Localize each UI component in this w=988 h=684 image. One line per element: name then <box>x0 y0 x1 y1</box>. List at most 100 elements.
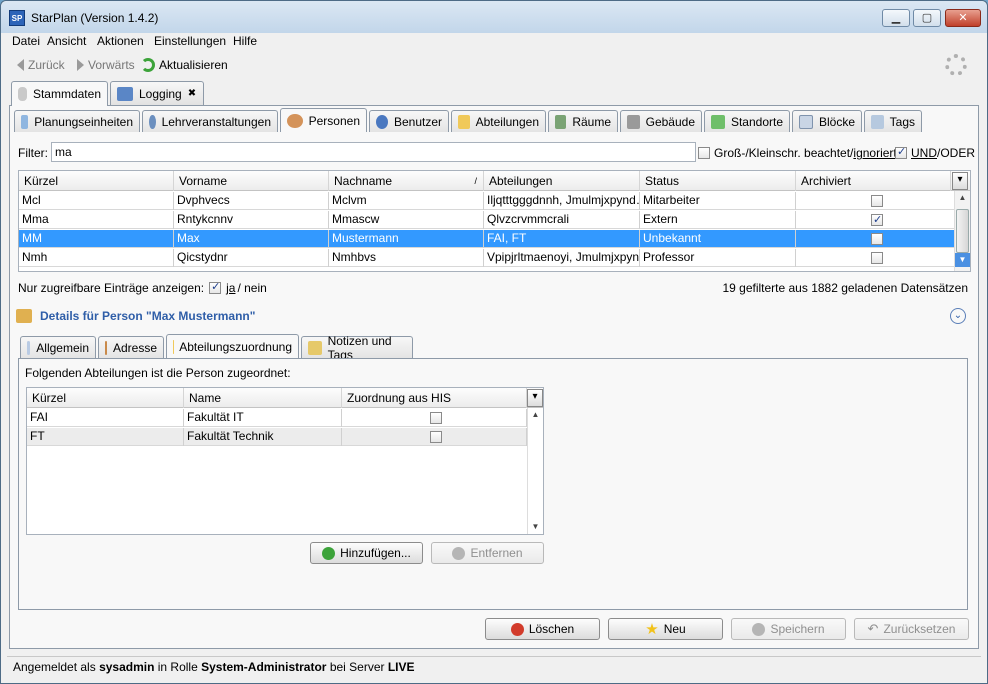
col-kuerzel[interactable]: Kürzel <box>19 171 174 191</box>
reset-button[interactable]: ↶ Zurücksetzen <box>854 618 969 640</box>
his-checkbox[interactable] <box>429 430 442 443</box>
col-his[interactable]: Zuordnung aus HIS <box>342 388 527 408</box>
cell-kuerzel: FAI <box>27 409 184 427</box>
und-oder-option[interactable]: UND/ODER <box>895 145 976 160</box>
tab-label: Personen <box>308 113 360 128</box>
table-row[interactable]: Mma Rntykcnnv Mmascw Qlvzcrvmmcrali Exte… <box>19 211 956 229</box>
tab-label: Abteilungszuordnung <box>179 339 292 354</box>
menu-hilfe[interactable]: Hilfe <box>233 34 257 48</box>
status-prefix: Angemeldet als <box>13 660 100 674</box>
cell-vorname: Dvphvecs <box>174 192 329 210</box>
tab-raeume[interactable]: Räume <box>548 110 618 132</box>
status-bar: Angemeldet als sysadmin in Rolle System-… <box>7 656 981 678</box>
save-button[interactable]: Speichern <box>731 618 846 640</box>
case-ignored-link[interactable]: ignoriert <box>853 146 896 160</box>
menu-einstellungen[interactable]: Einstellungen <box>154 34 226 48</box>
archived-checkbox[interactable] <box>871 194 883 207</box>
persons-table-header: Kürzel Vorname Nachname / Abteilungen St… <box>19 171 970 191</box>
col-kuerzel[interactable]: Kürzel <box>27 388 184 408</box>
app-window: SP StarPlan (Version 1.4.2) ▁ ▢ ✕ Datei … <box>0 0 988 684</box>
tab-abteilungen[interactable]: Abteilungen <box>451 110 546 132</box>
table-row[interactable]: FAI Fakultät IT <box>27 409 527 427</box>
refresh-button[interactable]: Aktualisieren <box>141 58 228 72</box>
tab-stammdaten-label: Stammdaten <box>32 87 101 101</box>
collapse-details-icon[interactable]: ⌄ <box>950 308 966 324</box>
back-arrow-icon <box>17 59 24 71</box>
tab-standorte[interactable]: Standorte <box>704 110 790 132</box>
accessible-only-option: Nur zugreifbare Einträge anzeigen: ja / … <box>18 280 267 295</box>
scroll-down-icon[interactable]: ▼ <box>955 253 970 267</box>
house-icon <box>105 340 107 355</box>
cell-status: Extern <box>640 211 796 229</box>
table-row-selected[interactable]: MM Max Mustermann FAI, FT Unbekannt <box>19 230 956 248</box>
tab-label: Standorte <box>730 114 783 129</box>
filter-input[interactable] <box>51 142 696 162</box>
app-logo-icon: SP <box>9 10 25 26</box>
tab-planungseinheiten[interactable]: Planungseinheiten <box>14 110 140 132</box>
note-icon <box>308 340 322 355</box>
delete-button[interactable]: Löschen <box>485 618 600 640</box>
col-status[interactable]: Status <box>640 171 796 191</box>
table-row[interactable]: FT Fakultät Technik <box>27 428 527 446</box>
menu-datei[interactable]: Datei <box>12 34 40 48</box>
tab-gebaeude[interactable]: Gebäude <box>620 110 702 132</box>
remove-label: Entfernen <box>470 546 523 560</box>
tab-stammdaten[interactable]: Stammdaten <box>11 81 108 106</box>
maximize-button[interactable]: ▢ <box>913 9 941 27</box>
column-menu-icon[interactable]: ▾ <box>952 172 968 190</box>
accessible-yes-label[interactable]: ja <box>226 281 235 295</box>
und-oder-checkbox[interactable] <box>895 145 907 159</box>
assignment-table-header: Kürzel Name Zuordnung aus HIS ▾ <box>27 388 543 408</box>
accessible-only-checkbox[interactable] <box>209 280 222 294</box>
tab-notizen-und-tags[interactable]: Notizen und Tags <box>301 334 413 362</box>
close-tab-icon[interactable]: ✖ <box>188 88 196 99</box>
his-checkbox[interactable] <box>429 411 442 424</box>
col-archiviert[interactable]: Archiviert <box>796 171 951 191</box>
minimize-button[interactable]: ▁ <box>882 9 910 27</box>
column-menu-icon[interactable]: ▾ <box>527 389 543 407</box>
remove-department-button[interactable]: Entfernen <box>431 542 544 564</box>
cell-his <box>342 428 527 446</box>
tab-lehrveranstaltungen[interactable]: Lehrveranstaltungen <box>142 110 278 132</box>
archived-checkbox[interactable] <box>871 232 883 245</box>
tab-bloecke[interactable]: Blöcke <box>792 110 862 132</box>
tab-personen[interactable]: Personen <box>280 108 367 132</box>
add-department-button[interactable]: Hinzufügen... <box>310 542 423 564</box>
tab-allgemein[interactable]: Allgemein <box>20 336 96 358</box>
menu-ansicht[interactable]: Ansicht <box>47 34 86 48</box>
tab-abteilungszuordnung[interactable]: Abteilungszuordnung <box>166 334 299 358</box>
tab-logging[interactable]: Logging ✖ <box>110 81 204 105</box>
tab-tags[interactable]: Tags <box>864 110 922 132</box>
table-row[interactable]: Nmh Qicstydnr Nmhbvs Vpipjrltmaenoyi, Jm… <box>19 249 956 267</box>
col-vorname[interactable]: Vorname <box>174 171 329 191</box>
case-sensitivity-option[interactable]: Groß-/Kleinschr. beachtet/ignoriert <box>698 146 897 160</box>
new-button[interactable]: ★ Neu <box>608 618 723 640</box>
case-sensitive-checkbox[interactable] <box>698 147 710 159</box>
cell-abteilungen: Iljqtttgggdnnh, Jmulmjxpynd… <box>484 192 640 210</box>
scroll-up-icon[interactable]: ▲ <box>955 191 970 205</box>
scroll-up-icon[interactable]: ▲ <box>528 408 543 422</box>
oder-label: /ODER <box>937 146 976 160</box>
archived-checkbox[interactable] <box>871 212 883 229</box>
tab-benutzer[interactable]: Benutzer <box>369 110 449 132</box>
back-button[interactable]: Zurück <box>17 58 65 72</box>
cell-archiviert <box>796 230 956 248</box>
persons-table-scrollbar[interactable]: ▲ ▼ <box>954 191 970 271</box>
person-icon <box>287 113 303 128</box>
cell-kuerzel: Mma <box>19 211 174 229</box>
tab-logging-label: Logging <box>139 86 182 101</box>
close-window-button[interactable]: ✕ <box>945 9 981 27</box>
scroll-down-icon[interactable]: ▼ <box>528 520 543 534</box>
tab-adresse[interactable]: Adresse <box>98 336 164 358</box>
und-label[interactable]: UND <box>911 146 937 160</box>
menu-aktionen[interactable]: Aktionen <box>97 34 144 48</box>
table-row[interactable]: Mcl Dvphvecs Mclvm Iljqtttgggdnnh, Jmulm… <box>19 192 956 210</box>
col-name[interactable]: Name <box>184 388 342 408</box>
scroll-thumb[interactable] <box>956 209 969 253</box>
archived-checkbox[interactable] <box>871 251 883 264</box>
forward-button[interactable]: Vorwärts <box>77 58 135 72</box>
assignment-scrollbar[interactable]: ▲ ▼ <box>527 408 543 534</box>
refresh-label: Aktualisieren <box>159 58 228 72</box>
col-nachname[interactable]: Nachname / <box>329 171 484 191</box>
col-abteilungen[interactable]: Abteilungen <box>484 171 640 191</box>
